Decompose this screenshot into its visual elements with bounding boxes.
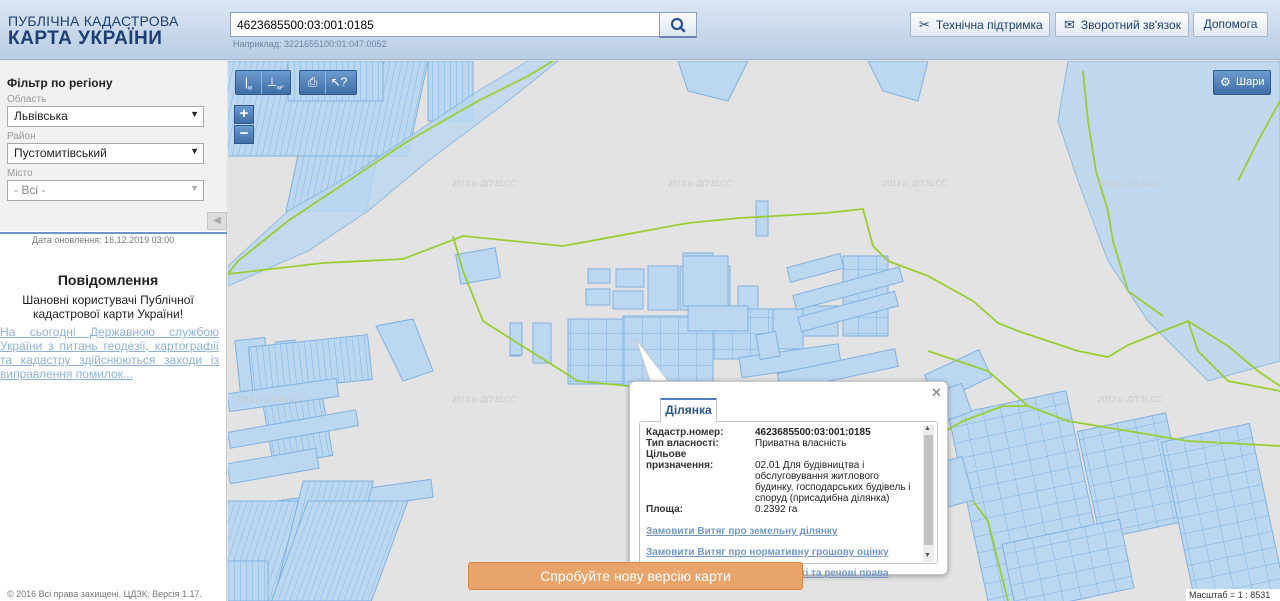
support-button[interactable]: ✂ Технічна підтримка	[910, 12, 1050, 37]
scroll-up-icon[interactable]: ▲	[924, 425, 931, 432]
watermark: 2013 р. ДП SLCC	[668, 179, 732, 188]
popup-content-box: Кадастр.номер: 4623685500:03:001:0185 Тип…	[639, 421, 938, 579]
logo-line-1: ПУБЛІЧНА КАДАСТРОВА	[8, 13, 179, 29]
feedback-button[interactable]: ✉ Зворотний зв'язок	[1055, 12, 1189, 37]
popup-scrollbar[interactable]: ▲ ▼	[923, 425, 934, 562]
parcel-popup: ✕ Ділянка Кадастр.номер: 4623685500:03:00…	[629, 381, 948, 579]
zoom-in-button[interactable]: +	[234, 105, 254, 124]
field-purpose-value: 02.01 Для будівництва і обслуговування ж…	[755, 460, 911, 504]
filter-title: Фільтр по регіону	[7, 76, 113, 90]
notice-title: Повідомлення	[57, 272, 159, 288]
scrollbar-thumb[interactable]	[924, 435, 933, 545]
rayon-select[interactable]: Пустомитівський ▼	[7, 143, 204, 164]
rayon-label: Район	[7, 131, 36, 142]
scroll-down-icon[interactable]: ▼	[924, 552, 931, 559]
chevron-down-icon: ▼	[190, 183, 199, 193]
new-version-button[interactable]: Спробуйте нову версію карти	[468, 562, 803, 590]
notice-link[interactable]: На сьогодні Державною службою України з …	[0, 325, 219, 381]
chevron-down-icon: ▼	[190, 146, 199, 156]
cadastral-search-input[interactable]	[230, 12, 660, 37]
field-cadastral-number: Кадастр.номер: 4623685500:03:001:0185	[646, 427, 871, 438]
city-label: Місто	[7, 168, 33, 179]
identify-icon[interactable]: ↖?	[326, 71, 352, 94]
chevron-down-icon: ▼	[190, 109, 199, 119]
logo-line-2: КАРТА УКРАЇНИ	[8, 28, 163, 49]
oblast-label: Область	[7, 94, 47, 105]
parcel-info: Кадастр.номер: 4623685500:03:001:0185 Тип…	[646, 427, 918, 579]
notice-body: Шановні користувачі Публічної кадастрово…	[22, 293, 194, 321]
field-ownership-type: Тип власності: Приватна власність	[646, 438, 847, 449]
gear-icon: ⚙	[1220, 75, 1231, 89]
search-button[interactable]	[659, 12, 697, 38]
watermark: 2013 р. ДП SLCC	[883, 179, 947, 188]
chevron-left-icon: ◀	[213, 215, 221, 226]
measure-area-icon[interactable]: ⊥м²	[262, 71, 288, 94]
city-select[interactable]: - Всі - ▼	[7, 180, 204, 201]
watermark: 2013 р. ДП SLCC	[236, 395, 300, 404]
search-example: Наприклад: 3221655100:01:047:0052	[233, 39, 387, 49]
oblast-select[interactable]: Львівська ▼	[7, 106, 204, 127]
map-canvas[interactable]: 2013 р. ДП SLCC 2013 р. ДП SLCC 2013 р. …	[228, 61, 1280, 601]
zoom-out-button[interactable]: −	[234, 125, 254, 144]
tools-toolbar: ⎙ ↖?	[299, 70, 357, 95]
region-filter: Фільтр по регіону Область Львівська ▼ Рай…	[0, 61, 227, 231]
collapse-sidebar-button[interactable]: ◀	[207, 212, 227, 230]
search-icon	[670, 17, 686, 33]
measure-toolbar: |м ⊥м²	[235, 70, 291, 95]
watermark: 2013 р. ДП SLCC	[1098, 395, 1162, 404]
copyright: © 2016 Всі права захищені. ЦДЗК. Версія …	[7, 589, 203, 599]
scale-indicator: Масштаб = 1 : 8531	[1186, 589, 1280, 601]
layers-button[interactable]: ⚙ Шари	[1213, 70, 1271, 95]
print-icon[interactable]: ⎙	[300, 71, 326, 94]
watermark: 2013 р. ДП SLCC	[452, 395, 516, 404]
order-land-extract-link[interactable]: Замовити Витяг про земельну ділянку	[646, 526, 918, 537]
header: ПУБЛІЧНА КАДАСТРОВА КАРТА УКРАЇНИ Наприк…	[0, 0, 1280, 60]
tab-parcel[interactable]: Ділянка	[660, 398, 717, 422]
site-logo[interactable]: ПУБЛІЧНА КАДАСТРОВА КАРТА УКРАЇНИ	[8, 14, 179, 49]
tools-icon: ✂	[919, 17, 930, 32]
close-icon[interactable]: ✕	[931, 385, 942, 401]
divider	[0, 232, 227, 234]
sidebar: Фільтр по регіону Область Львівська ▼ Рай…	[0, 61, 227, 601]
field-area: Площа: 0.2392 га	[646, 504, 798, 515]
envelope-icon: ✉	[1064, 17, 1075, 32]
watermark: 2013 р. ДП SLCC	[1098, 179, 1162, 188]
update-date: Дата оновлення: 16.12.2019 03:00	[32, 235, 175, 245]
order-valuation-extract-link[interactable]: Замовити Витяг про нормативну грошову оц…	[646, 547, 918, 558]
help-button[interactable]: Допомога	[1193, 12, 1268, 37]
measure-distance-icon[interactable]: |м	[236, 71, 262, 94]
watermark: 2013 р. ДП SLCC	[452, 179, 516, 188]
